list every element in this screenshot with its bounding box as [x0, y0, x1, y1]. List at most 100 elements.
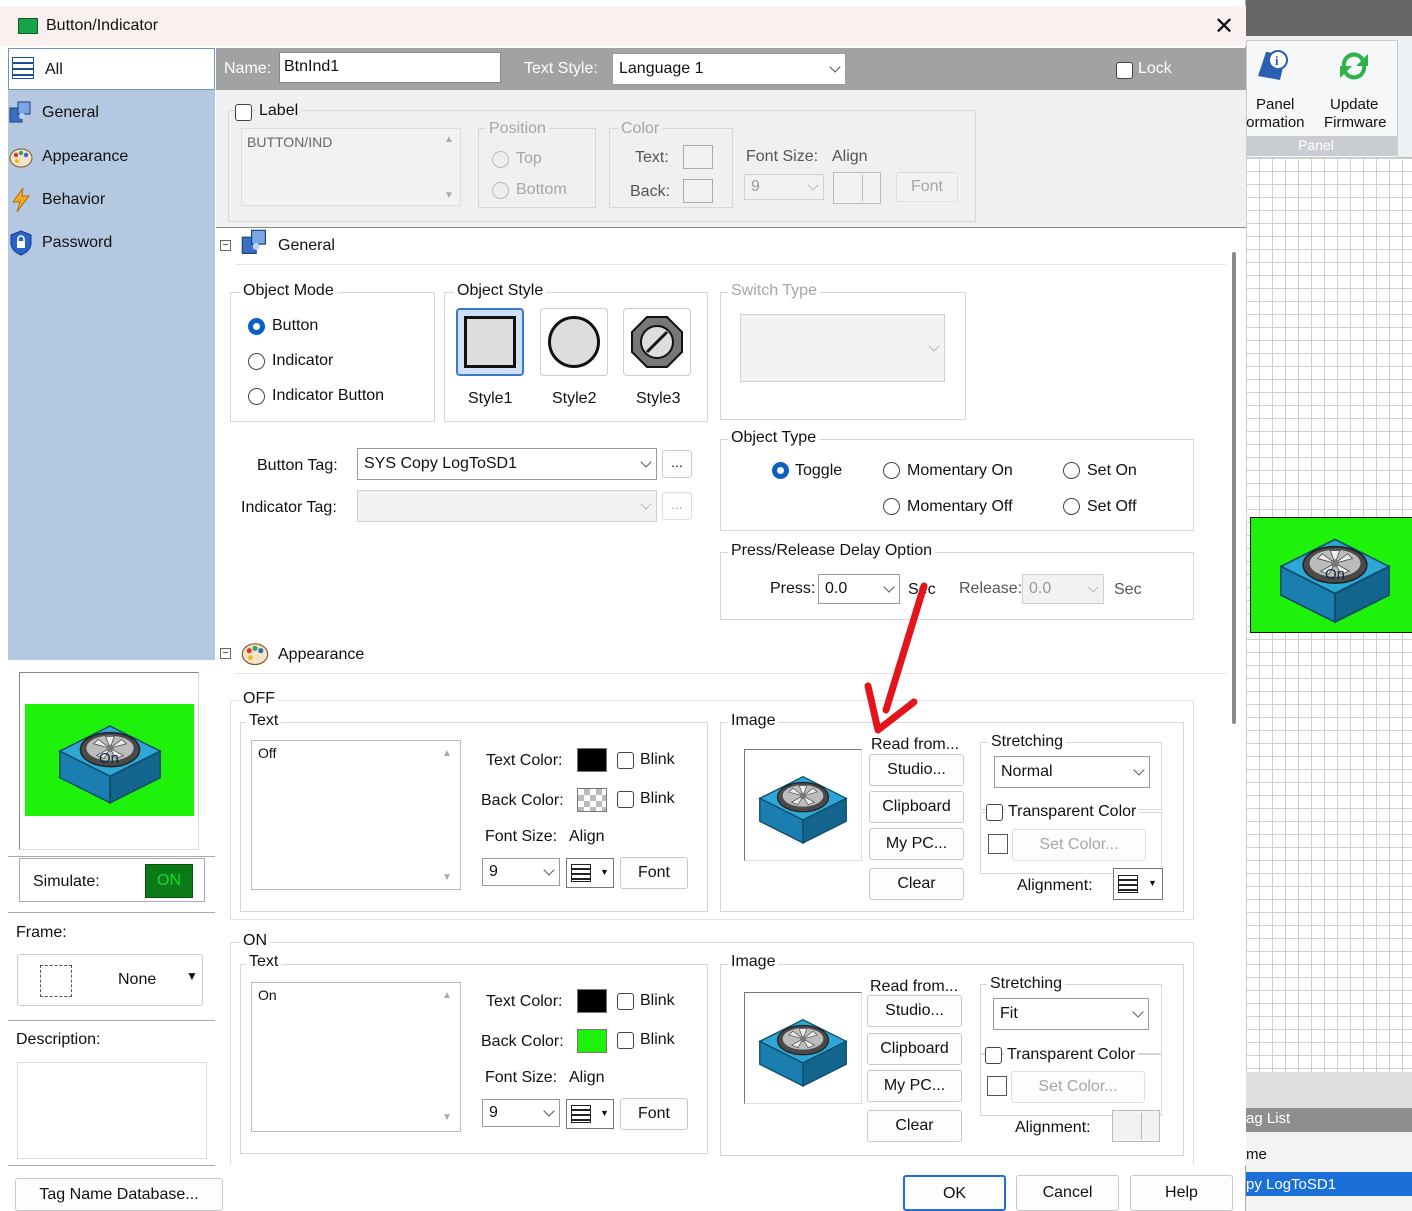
cancel-button[interactable]: Cancel	[1016, 1175, 1119, 1211]
off-transparent-checkbox[interactable]	[986, 804, 1003, 821]
off-align-label: Align	[569, 828, 605, 845]
tag-name-database-button[interactable]: Tag Name Database...	[15, 1178, 223, 1211]
sidebar: All General Appearance Behavior Password	[8, 48, 215, 660]
off-font-button[interactable]: Font	[620, 857, 688, 889]
on-font-button[interactable]: Font	[620, 1098, 688, 1130]
name-value: BtnInd1	[284, 58, 340, 75]
button-tag-browse-button[interactable]: ...	[662, 450, 692, 478]
sidebar-item-password[interactable]: Password	[8, 226, 208, 260]
sidebar-item-behavior[interactable]: Behavior	[8, 183, 208, 217]
mode-indicator-label: Indicator	[272, 352, 334, 369]
mode-button-radio[interactable]	[248, 318, 265, 335]
triangle-down-icon: ▼	[186, 969, 198, 983]
button-tag-select[interactable]: SYS Copy LogToSD1	[357, 448, 657, 480]
ribbon-panel-label[interactable]: Panel	[1256, 96, 1294, 113]
indicator-tag-select	[357, 490, 657, 522]
scroll-down-icon: ▼	[442, 872, 452, 883]
on-font-size-label: Font Size:	[485, 1069, 558, 1086]
off-text-color-label: Text Color:	[486, 752, 563, 769]
simulate-label: Simulate:	[33, 873, 100, 890]
on-text-color-swatch[interactable]	[577, 989, 607, 1013]
position-top-radio	[492, 151, 509, 168]
on-text-color-label: Text Color:	[486, 993, 563, 1010]
off-text-blink-checkbox[interactable]	[617, 752, 634, 769]
on-align-button[interactable]: ▼	[566, 1099, 614, 1129]
type-momentary-off-radio[interactable]	[883, 498, 900, 515]
on-stretching-select[interactable]: Fit	[993, 998, 1149, 1030]
off-text-area[interactable]	[251, 740, 461, 890]
collapse-general-icon[interactable]: −	[220, 240, 231, 251]
label-checkbox[interactable]	[235, 104, 252, 121]
on-back-color-swatch[interactable]	[577, 1029, 607, 1053]
color-text-label: Text:	[635, 149, 669, 166]
style1-button[interactable]	[456, 308, 524, 376]
square-shape-icon	[464, 316, 516, 368]
off-stretching-select[interactable]: Normal	[994, 756, 1150, 788]
collapse-appearance-icon[interactable]: −	[220, 648, 231, 659]
on-font-size-select[interactable]: 9	[482, 1099, 560, 1127]
sidebar-item-general[interactable]: General	[8, 96, 208, 130]
type-set-on-radio[interactable]	[1063, 462, 1080, 479]
ribbon-update-label[interactable]: Update	[1330, 96, 1378, 113]
on-transparent-label: Transparent Color	[1004, 1046, 1139, 1064]
sidebar-item-appearance[interactable]: Appearance	[8, 140, 208, 174]
off-alignment-button[interactable]: ▼	[1113, 868, 1163, 900]
window-icon	[18, 18, 38, 34]
on-text-area[interactable]	[251, 982, 461, 1132]
ribbon-group-label: Panel	[1298, 137, 1334, 153]
type-momentary-on-label: Momentary On	[907, 462, 1013, 479]
on-transparent-checkbox[interactable]	[985, 1047, 1002, 1064]
mode-indicator-button-radio[interactable]	[248, 388, 265, 405]
off-back-blink-checkbox[interactable]	[617, 791, 634, 808]
type-toggle-radio[interactable]	[772, 462, 789, 479]
text-style-label: Text Style:	[524, 60, 598, 77]
description-field[interactable]	[17, 1062, 207, 1159]
canvas-button-object[interactable]: On	[1250, 517, 1412, 633]
off-clear-button[interactable]: Clear	[869, 868, 964, 900]
on-clipboard-button[interactable]: Clipboard	[867, 1033, 962, 1065]
on-text-blink-checkbox[interactable]	[617, 993, 634, 1010]
scrollbar-thumb[interactable]	[1232, 252, 1236, 724]
on-alignment-label: Alignment:	[1015, 1119, 1091, 1136]
scroll-up-icon: ▲	[444, 134, 454, 145]
close-icon[interactable]: ✕	[1214, 12, 1234, 41]
off-font-size-select[interactable]: 9	[482, 858, 560, 886]
press-label: Press:	[770, 580, 816, 597]
title-bar: Button/Indicator ✕	[0, 6, 1246, 46]
text-style-value: Language 1	[619, 60, 704, 77]
on-mypc-button[interactable]: My PC...	[867, 1070, 962, 1102]
off-text-color-swatch[interactable]	[577, 748, 607, 772]
type-momentary-on-radio[interactable]	[883, 462, 900, 479]
on-align-label: Align	[569, 1069, 605, 1086]
mode-indicator-radio[interactable]	[248, 353, 265, 370]
lock-checkbox[interactable]	[1116, 62, 1133, 79]
switch-type-select	[740, 314, 945, 382]
ribbon-information-label[interactable]: formation	[1242, 114, 1305, 131]
text-style-select[interactable]: Language 1	[612, 53, 846, 85]
off-align-button[interactable]: ▼	[566, 858, 614, 888]
help-button[interactable]: Help	[1130, 1175, 1233, 1211]
ribbon-firmware-label[interactable]: Firmware	[1324, 114, 1387, 131]
position-bottom-label: Bottom	[516, 181, 567, 198]
on-back-blink-checkbox[interactable]	[617, 1032, 634, 1049]
style2-button[interactable]	[540, 308, 608, 376]
on-clear-button[interactable]: Clear	[867, 1110, 962, 1142]
on-studio-button[interactable]: Studio...	[867, 995, 962, 1027]
frame-value: None	[118, 971, 157, 988]
off-back-color-swatch[interactable]	[577, 788, 607, 812]
off-mypc-button[interactable]: My PC...	[869, 828, 964, 860]
sidebar-item-all[interactable]: All	[8, 48, 215, 90]
type-set-off-radio[interactable]	[1063, 498, 1080, 515]
on-image-preview	[744, 992, 862, 1104]
on-back-blink-label: Blink	[640, 1031, 675, 1048]
update-firmware-icon[interactable]	[1336, 48, 1372, 84]
off-studio-button[interactable]: Studio...	[869, 754, 964, 786]
style3-button[interactable]	[623, 308, 691, 376]
off-set-color-button: Set Color...	[1012, 829, 1146, 861]
frame-dropdown[interactable]: None ▼	[17, 954, 203, 1006]
ok-button[interactable]: OK	[903, 1175, 1006, 1211]
off-clipboard-button[interactable]: Clipboard	[869, 791, 964, 823]
label-section: Label BUTTON/IND ▲ ▼ Position Top Bottom…	[216, 90, 1246, 228]
preview-box: On	[19, 672, 199, 850]
frame-label: Frame:	[16, 924, 67, 941]
